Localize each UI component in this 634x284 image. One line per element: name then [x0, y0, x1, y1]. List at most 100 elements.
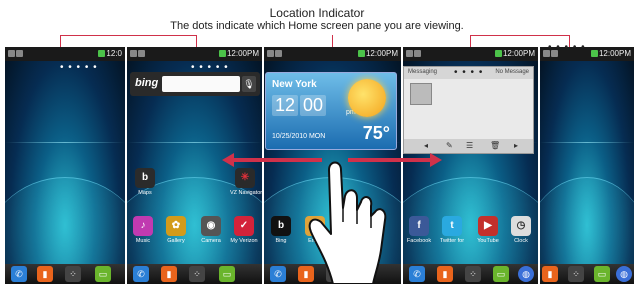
phone-icon[interactable]: ✆ [11, 266, 27, 282]
browser-icon[interactable]: ◍ [616, 266, 632, 282]
app-my-verizon[interactable]: ✓ My Verizon [229, 216, 259, 244]
dock: ✆ ▮ ⁘ ▭ [5, 264, 125, 284]
status-time: 12:00PM [365, 49, 398, 58]
app-label: Maps [138, 190, 152, 196]
apps-launcher-icon[interactable]: ⁘ [465, 266, 481, 282]
twitter-icon: t [442, 216, 462, 236]
bing-search-input[interactable] [162, 76, 240, 92]
app-maps[interactable]: b Maps [130, 168, 160, 196]
status-bar: 12:00PM [264, 47, 401, 61]
app-label: Facebook [406, 238, 432, 244]
notification-icon [275, 50, 282, 58]
camera-icon: ◉ [201, 216, 221, 236]
app-label: Gallery [167, 238, 185, 244]
app-bing[interactable]: b Bing [266, 216, 296, 244]
messaging-icon[interactable]: ▭ [219, 266, 235, 282]
next-icon[interactable]: ▸ [514, 141, 518, 150]
list-icon[interactable]: ☰ [466, 141, 473, 150]
usb-icon [130, 50, 137, 58]
phone-icon[interactable]: ✆ [270, 266, 286, 282]
youtube-icon: ▶ [478, 216, 498, 236]
notification-icon [414, 50, 421, 58]
app-youtube[interactable]: ▶ YouTube [473, 216, 503, 244]
weather-city: New York [272, 79, 317, 90]
location-dots: • • • • [454, 67, 484, 78]
usb-icon [267, 50, 274, 58]
messaging-icon[interactable]: ▭ [95, 266, 111, 282]
phone-icon[interactable]: ✆ [409, 266, 425, 282]
app-gallery[interactable]: ✿ Gallery [161, 216, 191, 244]
dock: ▮ ⁘ ▭ ◍ [540, 264, 634, 284]
location-dots: • • • • • [60, 62, 98, 73]
home-pane-1[interactable]: 12:0 • • • • • ✆ ▮ ⁘ ▭ [5, 47, 125, 284]
apps-launcher-icon[interactable]: ⁘ [568, 266, 584, 282]
app-label: Bing [275, 238, 287, 244]
app-twitter[interactable]: t Twitter for [437, 216, 467, 244]
status-time: 12:0 [106, 49, 122, 58]
dock: ✆ ▮ ⁘ ▭ [127, 264, 262, 284]
swipe-right-arrow-icon [430, 153, 442, 167]
usb-icon [8, 50, 15, 58]
contact-avatar-icon [410, 83, 432, 105]
prev-icon[interactable]: ◂ [424, 141, 428, 150]
browser-icon[interactable]: ◍ [518, 266, 534, 282]
apps-launcher-icon[interactable]: ⁘ [189, 266, 205, 282]
messaging-icon[interactable]: ▭ [594, 266, 610, 282]
callout-stem-3 [332, 35, 333, 47]
battery-icon [590, 50, 598, 58]
messaging-widget-status: No Message [495, 69, 529, 75]
contacts-icon[interactable]: ▮ [161, 266, 177, 282]
phone-icon[interactable]: ✆ [133, 266, 149, 282]
music-icon: ♪ [133, 216, 153, 236]
app-label: Camera [201, 238, 221, 244]
status-bar: 12:00PM [127, 47, 262, 61]
home-pane-5[interactable]: 12:00PM ▮ ⁘ ▭ ◍ [540, 47, 634, 284]
weather-date: 10/25/2010 MON [272, 133, 326, 140]
app-clock[interactable]: ◷ Clock [506, 216, 536, 244]
navigator-icon: ✳ [235, 168, 255, 188]
app-label: Twitter for [439, 238, 465, 244]
delete-icon[interactable]: 🗑 [490, 141, 500, 150]
clock-hour: 12 [272, 95, 299, 116]
app-label: Clock [514, 238, 528, 244]
battery-icon [357, 50, 365, 58]
clock-icon: ◷ [511, 216, 531, 236]
status-time: 12:00PM [502, 49, 535, 58]
status-bar: 12:0 [5, 47, 125, 61]
contacts-icon[interactable]: ▮ [37, 266, 53, 282]
facebook-icon: f [409, 216, 429, 236]
swipe-left-arrow-icon [222, 153, 234, 167]
app-vz-navigator[interactable]: ✳ VZ Navigator [230, 168, 262, 196]
app-label: Music [135, 238, 151, 244]
contacts-icon[interactable]: ▮ [437, 266, 453, 282]
apps-launcher-icon[interactable]: ⁘ [65, 266, 81, 282]
bing-logo: bing [135, 77, 159, 89]
swiping-hand-icon [308, 161, 387, 284]
battery-icon [494, 50, 502, 58]
bing-search-widget[interactable]: bing 🎙 [130, 72, 260, 96]
maps-icon: b [135, 168, 155, 188]
microphone-icon[interactable]: 🎙 [242, 76, 256, 92]
callout-line-left [60, 35, 197, 47]
battery-icon [218, 50, 226, 58]
sun-icon [348, 79, 386, 117]
clock-time: 12 00 [272, 95, 328, 116]
my-verizon-icon: ✓ [234, 216, 254, 236]
compose-icon[interactable]: ✎ [446, 141, 453, 150]
notification-icon [16, 50, 23, 58]
messaging-icon[interactable]: ▭ [493, 266, 509, 282]
contacts-icon[interactable]: ▮ [542, 266, 558, 282]
dock: ✆ ▮ ⁘ ▭ ◍ [403, 264, 538, 284]
location-dots: • • • • • [191, 62, 229, 73]
usb-icon [406, 50, 413, 58]
clock-minute: 00 [300, 95, 327, 116]
app-facebook[interactable]: f Facebook [404, 216, 434, 244]
messaging-widget[interactable]: Messaging No Message • • • • ◂ ✎ ☰ 🗑 ▸ [403, 66, 534, 154]
app-camera[interactable]: ◉ Camera [196, 216, 226, 244]
status-bar: 12:00PM [403, 47, 538, 61]
app-music[interactable]: ♪ Music [128, 216, 158, 244]
weather-clock-widget[interactable]: New York 12 00 pm 10/25/2010 MON 75° [265, 72, 397, 150]
messaging-widget-toolbar: ◂ ✎ ☰ 🗑 ▸ [404, 139, 533, 153]
notification-icon [138, 50, 145, 58]
bing-icon: b [271, 216, 291, 236]
